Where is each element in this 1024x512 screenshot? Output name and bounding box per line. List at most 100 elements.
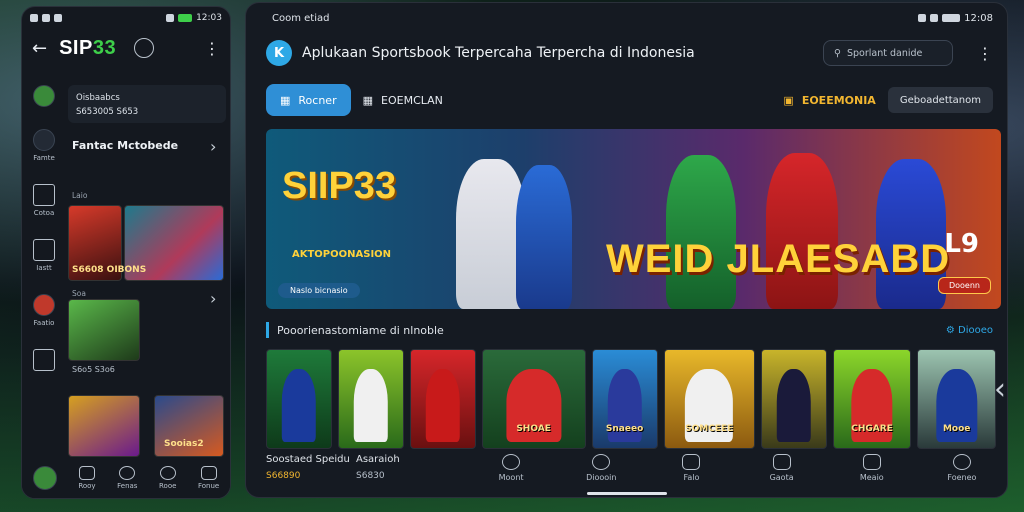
side-nav-item-iastt[interactable]: Iastt [22, 239, 66, 272]
nav-item-rooe[interactable]: Rooe [159, 466, 176, 490]
game-card[interactable] [337, 349, 404, 449]
nav-item-falo[interactable]: Falo [646, 454, 736, 482]
nav-item-foeneo[interactable]: Foeneo [917, 454, 1007, 482]
thumb1-label: S6608 OIBONS [72, 265, 147, 275]
battery-icon [942, 14, 961, 22]
thumb2-label: S6o5 S3o6 [72, 365, 115, 374]
banner-subtitle: AKTOPOONASION [292, 249, 392, 260]
bottom-match-info[interactable]: Soostaed Speidu S66890 [246, 452, 356, 484]
phone-status-bar: 12:03 [22, 7, 230, 29]
user-icon [200, 466, 217, 480]
ticket-icon [772, 454, 791, 470]
ball-icon [502, 454, 521, 470]
more-vert-icon[interactable]: ⋮ [204, 39, 220, 58]
home-icon [33, 239, 55, 261]
calendar-icon: ▦ [362, 93, 374, 107]
banner-button[interactable]: Naslo bicnasio [278, 283, 360, 298]
game-card[interactable]: CHGARE [832, 349, 912, 449]
nav-item-fenas[interactable]: Fenas [117, 466, 137, 490]
back-arrow-icon[interactable]: ← [32, 38, 47, 59]
phone-app-panel: 12:03 ← SIP33 ⋮ Famte Cotoa Iastt Faatio… [21, 6, 231, 499]
filter-icon: ⚙ [945, 324, 958, 336]
profile-box[interactable]: Oisbaabcs S653005 S653 [68, 85, 226, 123]
game-card[interactable] [266, 349, 332, 449]
game-card[interactable] [409, 349, 476, 449]
avatar[interactable] [22, 85, 66, 107]
game-card[interactable]: Mooe [917, 349, 996, 449]
game-card[interactable]: SHOAE [481, 349, 586, 449]
nav-item-gaota[interactable]: Gaota [737, 454, 827, 482]
game-thumb-3[interactable] [68, 299, 140, 361]
globe-icon [33, 129, 55, 151]
tab-rocner[interactable]: ▦ Rocner [266, 84, 351, 116]
banner-player-5 [876, 159, 946, 309]
tab-eoemclan[interactable]: ▦ EOEMCLAN [363, 94, 443, 107]
chevron-right-icon[interactable]: › [210, 137, 216, 156]
ball-icon[interactable] [134, 38, 155, 58]
game-card-row: SHOAE Snaeeo SOMCEEE CHGARE Mooe [266, 349, 996, 449]
home-icon [862, 454, 881, 470]
trophy-icon [33, 294, 55, 316]
bottom-match-info-2[interactable]: Asaraioh S6830 [356, 452, 466, 484]
section2-sub: Soa [72, 289, 86, 298]
battery-icon [178, 14, 193, 22]
calendar-icon [33, 184, 55, 206]
gear-icon [952, 454, 971, 470]
banner-corner-button[interactable]: Dooenn [937, 277, 991, 294]
nav-item-moont[interactable]: Moont [466, 454, 556, 482]
banner-player-3 [666, 155, 736, 309]
tablet-status-left: Coom etiad [272, 12, 330, 24]
game-card[interactable]: Snaeeo [591, 349, 658, 449]
side-nav-item-faatio[interactable]: Faatio [22, 294, 66, 327]
game-card[interactable] [760, 349, 827, 449]
nav-item-dioooin[interactable]: Dioooin [556, 454, 646, 482]
alarm-icon [918, 14, 927, 22]
search-icon: ⚲ [834, 47, 841, 59]
side-nav-item-cotoa[interactable]: Cotoa [22, 184, 66, 217]
message-icon [42, 14, 50, 22]
section1-sub: Laio [72, 191, 88, 200]
section-title: Pooorienastomiame di nlnoble [277, 323, 444, 337]
game-card[interactable]: SOMCEEE [663, 349, 755, 449]
avatar-bottom[interactable] [32, 466, 57, 490]
banner-player-2 [516, 165, 572, 309]
profile-name: Oisbaabcs [76, 93, 120, 103]
game-thumb-4[interactable] [68, 395, 140, 457]
trophy-icon [78, 466, 95, 480]
wifi-icon [930, 14, 939, 22]
banner-corner-text: L9 [944, 229, 979, 259]
thumb3-label: Sooias2 [164, 439, 204, 449]
search-icon [592, 454, 611, 470]
see-all-link[interactable]: ⚙ Diooeo [946, 325, 993, 336]
banner-headline: WEID JLAESABD [606, 237, 951, 281]
page-title: Aplukaan Sportsbook Terpercaha Terpercha… [302, 45, 695, 61]
nav-item-rooy[interactable]: Rooy [78, 466, 96, 490]
hero-banner[interactable]: SIIP33 AKTOPOONASION Naslo bicnasio WEID… [266, 129, 1001, 309]
search-input[interactable]: ⚲ Sporlant danide [823, 40, 953, 66]
tablet-bottom-bar: Soostaed Speidu S66890 Asaraioh S6830 Mo… [246, 445, 1007, 491]
nav-item-fonue[interactable]: Fonue [198, 466, 219, 490]
ball-icon [159, 466, 176, 480]
tablet-status-bar: Coom etiad 12:08 [246, 3, 1007, 33]
profile-balance: S653005 S653 [76, 107, 139, 117]
nav-item-meaio[interactable]: Meaio [827, 454, 917, 482]
tab-bar: ▦ Rocner ▦ EOEMCLAN ▣ EOEEMONIA Geboadettan… [266, 83, 993, 117]
settings-icon [54, 14, 62, 22]
chart-icon [682, 454, 701, 470]
search-icon [119, 466, 136, 480]
section-header: Pooorienastomiame di nlnoble ⚙ Diooeo [266, 321, 993, 339]
more-vert-icon[interactable]: ⋮ [977, 44, 993, 63]
side-nav-item-famte[interactable]: Famte [22, 129, 66, 162]
chevron-right-icon-edge[interactable]: ‹ [994, 372, 1006, 407]
tablet-app-panel: Coom etiad 12:08 K Aplukaan Sportsbook T… [245, 2, 1008, 498]
tablet-top-bar: K Aplukaan Sportsbook Terpercaha Terperc… [266, 35, 993, 71]
phone-status-time: 12:03 [196, 13, 222, 23]
promo-link[interactable]: ▣ EOEEMONIA [783, 94, 875, 107]
chevron-right-icon-2[interactable]: › [210, 289, 216, 308]
shield-icon[interactable] [22, 349, 66, 371]
phone-bottom-nav: Rooy Fenas Rooe Fonue [22, 458, 230, 498]
tablet-status-time: 12:08 [964, 12, 993, 24]
phone-side-nav: Famte Cotoa Iastt Faatio [22, 85, 66, 458]
app-logo-icon[interactable]: K [266, 40, 292, 66]
filter-pill[interactable]: Geboadettanom [887, 87, 993, 113]
